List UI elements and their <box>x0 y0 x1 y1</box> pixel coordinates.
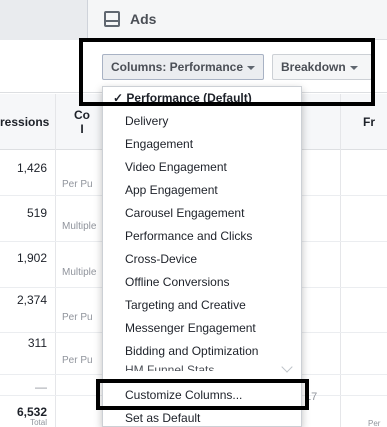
menu-item-bidding-and-optimization[interactable]: Bidding and Optimization <box>103 340 301 363</box>
menu-item-set-as-default[interactable]: Set as Default <box>103 407 301 427</box>
ad-panel-icon <box>104 11 120 27</box>
result-type-cell: Per Pu <box>62 355 93 366</box>
menu-item-performance-and-clicks[interactable]: Performance and Clicks <box>103 225 301 248</box>
partial-cell-label: Per <box>368 419 381 427</box>
impressions-header[interactable]: ressions <box>0 94 55 150</box>
impressions-cell: 1,426 <box>16 161 47 175</box>
highlight-box <box>96 379 309 410</box>
menu-item-app-engagement[interactable]: App Engagement <box>103 179 301 202</box>
menu-item-carousel-engagement[interactable]: Carousel Engagement <box>103 202 301 225</box>
total-impressions: 6,532 <box>16 405 47 419</box>
highlight-box <box>79 38 375 106</box>
result-type-cell: Multiple <box>62 221 97 232</box>
column-2-header-line2: I <box>80 122 84 136</box>
menu-item-cross-device[interactable]: Cross-Device <box>103 248 301 271</box>
ads-tab-label: Ads <box>130 11 157 27</box>
columns-dropdown-menu: ✓ Performance (Default) Delivery Engagem… <box>102 86 302 427</box>
impressions-cell: 1,902 <box>16 251 47 265</box>
impressions-cell: 519 <box>26 206 47 220</box>
result-type-cell: Per Pu <box>62 179 93 190</box>
column-2-header-line1: Co <box>74 108 90 122</box>
result-type-cell: Multiple <box>62 267 97 278</box>
menu-item-delivery[interactable]: Delivery <box>103 110 301 133</box>
menu-item-targeting-and-creative[interactable]: Targeting and Creative <box>103 294 301 317</box>
menu-item-engagement[interactable]: Engagement <box>103 133 301 156</box>
menu-item-hm-funnel-stats[interactable]: HM Funnel Stats <box>103 363 301 371</box>
result-type-cell: Per Pu <box>62 312 93 323</box>
menu-item-offline-conversions[interactable]: Offline Conversions <box>103 271 301 294</box>
total-label: Total <box>30 418 47 427</box>
impressions-cell: 2,374 <box>16 293 47 307</box>
ads-tab[interactable]: Ads <box>87 0 387 40</box>
top-bar: Ads <box>0 0 387 40</box>
menu-item-video-engagement[interactable]: Video Engagement <box>103 156 301 179</box>
impressions-cell: 311 <box>27 336 47 350</box>
empty-value: — <box>35 380 47 394</box>
menu-item-messenger-engagement[interactable]: Messenger Engagement <box>103 317 301 340</box>
